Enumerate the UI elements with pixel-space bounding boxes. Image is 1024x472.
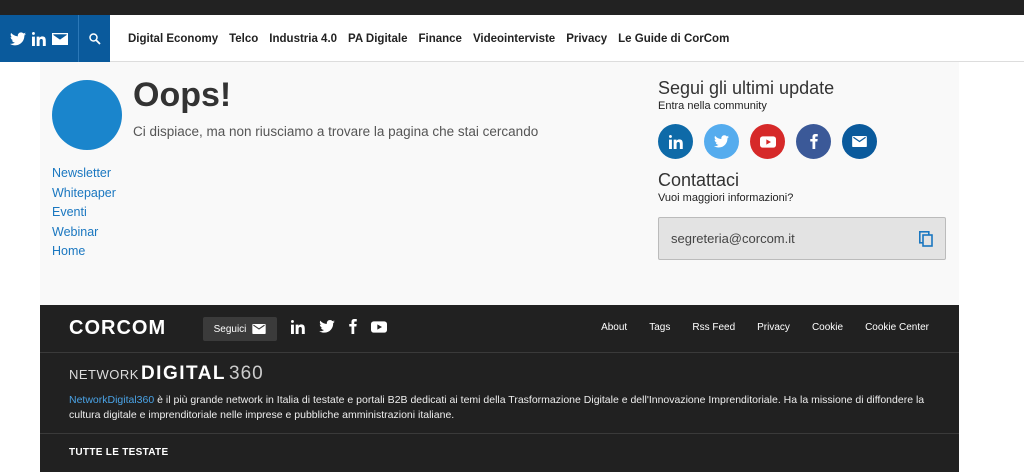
linkedin-button[interactable] bbox=[658, 124, 693, 159]
footer: CORCOM Seguici About Tags Rss Feed Priva… bbox=[40, 305, 959, 472]
youtube-button[interactable] bbox=[750, 124, 785, 159]
top-strip bbox=[0, 0, 1024, 15]
search-button[interactable] bbox=[78, 15, 110, 62]
seguici-button[interactable]: Seguici bbox=[203, 317, 277, 341]
avatar bbox=[52, 80, 122, 150]
link-eventi[interactable]: Eventi bbox=[52, 203, 116, 223]
error-message: Ci dispiace, ma non riusciamo a trovare … bbox=[133, 124, 539, 139]
twitter-button[interactable] bbox=[704, 124, 739, 159]
main-nav: Digital Economy Telco Industria 4.0 PA D… bbox=[128, 15, 729, 62]
footer-link-rss[interactable]: Rss Feed bbox=[692, 322, 735, 333]
network-logo-small: NETWORK bbox=[69, 367, 139, 382]
tutte-le-testate-heading[interactable]: TUTTE LE TESTATE bbox=[69, 447, 168, 458]
nav-item-finance[interactable]: Finance bbox=[418, 33, 461, 45]
nav-item-pa-digitale[interactable]: PA Digitale bbox=[348, 33, 407, 45]
link-home[interactable]: Home bbox=[52, 242, 116, 262]
copy-icon[interactable] bbox=[919, 230, 933, 247]
youtube-icon bbox=[759, 135, 776, 148]
youtube-icon[interactable] bbox=[371, 320, 387, 333]
email-button[interactable] bbox=[842, 124, 877, 159]
linkedin-icon[interactable] bbox=[32, 31, 46, 46]
footer-link-tags[interactable]: Tags bbox=[649, 322, 670, 333]
error-content: Oops! Ci dispiace, ma non riusciamo a tr… bbox=[40, 62, 959, 305]
twitter-icon[interactable] bbox=[10, 31, 26, 46]
contact-subtitle: Vuoi maggiori informazioni? bbox=[658, 192, 794, 204]
nav-item-videointerviste[interactable]: Videointerviste bbox=[473, 33, 555, 45]
nav-item-industria[interactable]: Industria 4.0 bbox=[269, 33, 337, 45]
email-icon bbox=[852, 136, 867, 147]
footer-top-bar: CORCOM Seguici About Tags Rss Feed Priva… bbox=[40, 305, 959, 353]
link-webinar[interactable]: Webinar bbox=[52, 223, 116, 243]
search-icon bbox=[88, 32, 101, 45]
twitter-icon bbox=[714, 135, 729, 148]
link-newsletter[interactable]: Newsletter bbox=[52, 164, 116, 184]
header-social bbox=[0, 15, 78, 62]
nav-item-digital-economy[interactable]: Digital Economy bbox=[128, 33, 218, 45]
seguici-label: Seguici bbox=[213, 323, 247, 335]
network-description-text: è il più grande network in Italia di tes… bbox=[69, 394, 925, 421]
email-address[interactable]: segreteria@corcom.it bbox=[671, 231, 795, 246]
email-field[interactable]: segreteria@corcom.it bbox=[658, 217, 946, 260]
footer-link-privacy[interactable]: Privacy bbox=[757, 322, 790, 333]
facebook-icon[interactable] bbox=[349, 319, 357, 334]
network-description: NetworkDigital360 è il più grande networ… bbox=[69, 393, 939, 423]
email-icon[interactable] bbox=[52, 32, 68, 45]
network-name-link[interactable]: NetworkDigital360 bbox=[69, 394, 154, 406]
nav-item-telco[interactable]: Telco bbox=[229, 33, 258, 45]
navbar: Digital Economy Telco Industria 4.0 PA D… bbox=[0, 15, 1024, 62]
footer-links: About Tags Rss Feed Privacy Cookie Cooki… bbox=[601, 322, 929, 333]
follow-title: Segui gli ultimi update bbox=[658, 78, 835, 98]
linkedin-icon bbox=[668, 134, 683, 149]
nav-item-privacy[interactable]: Privacy bbox=[566, 33, 607, 45]
quick-links: Newsletter Whitepaper Eventi Webinar Hom… bbox=[52, 164, 116, 262]
page-title: Oops! bbox=[133, 76, 232, 114]
social-buttons bbox=[658, 124, 877, 159]
footer-social bbox=[291, 319, 387, 334]
nav-item-guide[interactable]: Le Guide di CorCom bbox=[618, 33, 729, 45]
footer-link-about[interactable]: About bbox=[601, 322, 627, 333]
network-digital360-logo[interactable]: NETWORK DIGITAL 360 bbox=[69, 363, 264, 385]
network-logo-number: 360 bbox=[229, 363, 264, 384]
network-logo-big: DIGITAL bbox=[140, 363, 227, 384]
contact-title: Contattaci bbox=[658, 170, 740, 190]
twitter-icon[interactable] bbox=[319, 320, 335, 333]
facebook-button[interactable] bbox=[796, 124, 831, 159]
footer-link-cookie-center[interactable]: Cookie Center bbox=[865, 322, 929, 333]
corcom-logo[interactable]: CORCOM bbox=[69, 317, 166, 340]
follow-subtitle: Entra nella community bbox=[658, 100, 767, 112]
email-icon bbox=[252, 324, 267, 334]
linkedin-icon[interactable] bbox=[291, 319, 305, 334]
footer-divider bbox=[40, 433, 959, 434]
facebook-icon bbox=[809, 134, 818, 149]
link-whitepaper[interactable]: Whitepaper bbox=[52, 184, 116, 204]
footer-link-cookie[interactable]: Cookie bbox=[812, 322, 843, 333]
